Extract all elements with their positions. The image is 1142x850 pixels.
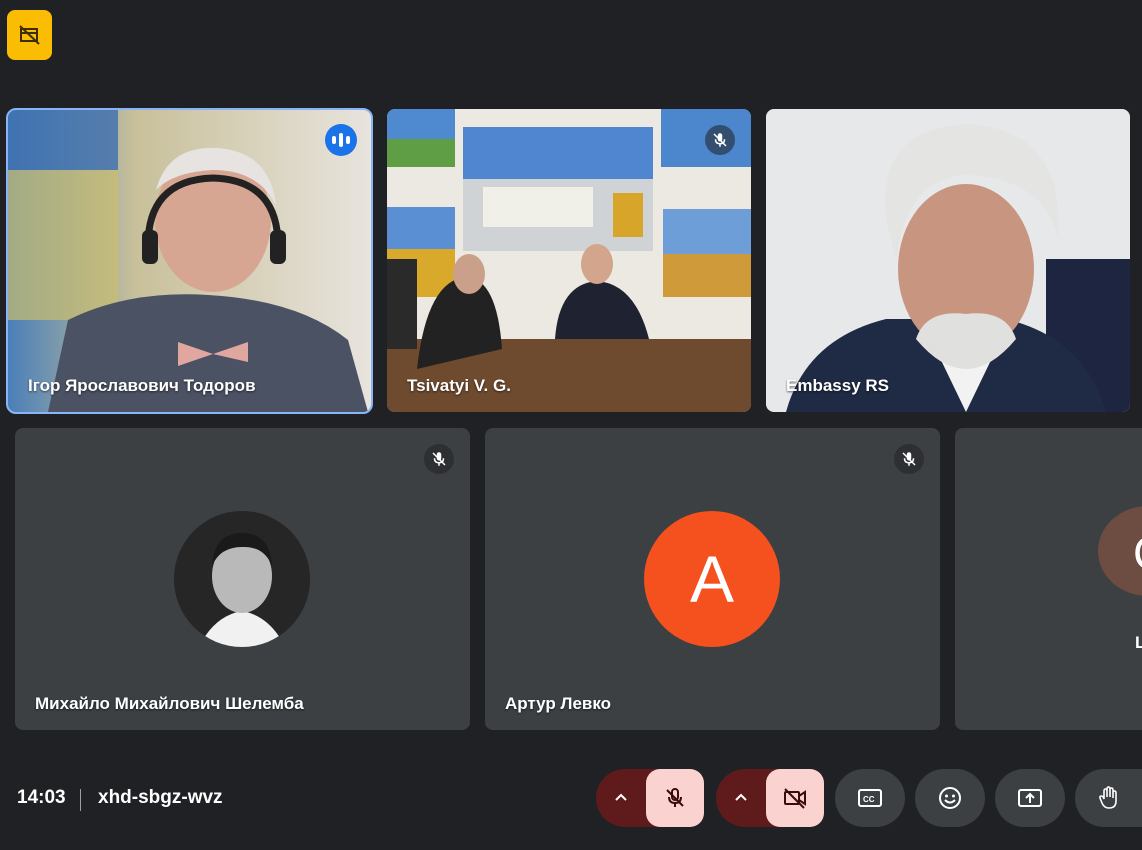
chevron-up-icon (735, 793, 747, 801)
no-streaming-icon (18, 25, 40, 45)
avatar: A (644, 511, 780, 647)
mic-control-group (596, 769, 704, 827)
chevron-up-icon (615, 793, 627, 801)
participant-tile-shelemba[interactable]: Михайло Михайлович Шелемба (15, 428, 470, 730)
muted-indicator (705, 125, 735, 155)
participant-tile-partial[interactable]: C L (955, 428, 1142, 730)
svg-text:CC: CC (863, 795, 875, 804)
participant-name: L (1135, 633, 1142, 652)
profile-photo (174, 511, 310, 647)
camera-toggle-button[interactable] (766, 769, 824, 827)
emoji-icon (939, 787, 961, 809)
participant-tile-levko[interactable]: A Артур Левко (485, 428, 940, 730)
mic-off-icon (666, 788, 684, 807)
no-recording-badge[interactable] (7, 10, 52, 60)
avatar: C (1098, 506, 1142, 596)
raise-hand-button[interactable] (1075, 769, 1142, 827)
mic-options-button[interactable] (596, 769, 646, 827)
muted-indicator (894, 444, 924, 474)
meeting-controls-bar: 14:03 xhd-sbgz-wvz CC (0, 769, 1142, 850)
hand-icon (1098, 786, 1117, 809)
participant-name: Tsivatyi V. G. (407, 376, 511, 395)
participant-name: Embassy RS (786, 376, 889, 395)
avatar-letter: A (689, 542, 735, 616)
videocam-off-icon (784, 788, 806, 809)
video-feed-embassy-rs (766, 109, 1130, 412)
present-screen-icon (1018, 789, 1042, 807)
mic-toggle-button[interactable] (646, 769, 704, 827)
mic-off-icon (713, 133, 727, 147)
video-feed-todorov (8, 110, 371, 412)
video-feed-tsivatyi (387, 109, 751, 412)
participant-name: Ігор Ярославович Тодоров (28, 376, 256, 395)
participant-name: Михайло Михайлович Шелемба (35, 694, 304, 713)
captions-button[interactable]: CC (835, 769, 905, 827)
meeting-code: xhd-sbgz-wvz (98, 787, 223, 808)
camera-control-group (716, 769, 824, 827)
participant-name: Артур Левко (505, 694, 612, 713)
avatar (174, 511, 310, 647)
meeting-clock: 14:03 (17, 787, 66, 808)
mic-off-icon (902, 452, 916, 466)
mic-off-icon (432, 452, 446, 466)
camera-options-button[interactable] (716, 769, 766, 827)
muted-indicator (424, 444, 454, 474)
avatar-letter: C (1133, 526, 1142, 580)
divider (80, 789, 81, 811)
reactions-button[interactable] (915, 769, 985, 827)
participant-tile-embassy-rs[interactable]: Embassy RS (766, 109, 1130, 412)
participant-tile-tsivatyi[interactable]: Tsivatyi V. G. (387, 109, 751, 412)
speaking-indicator-icon (325, 124, 357, 156)
closed-caption-icon: CC (858, 789, 882, 807)
present-button[interactable] (995, 769, 1065, 827)
participant-tile-todorov[interactable]: Ігор Ярославович Тодоров (6, 108, 373, 414)
